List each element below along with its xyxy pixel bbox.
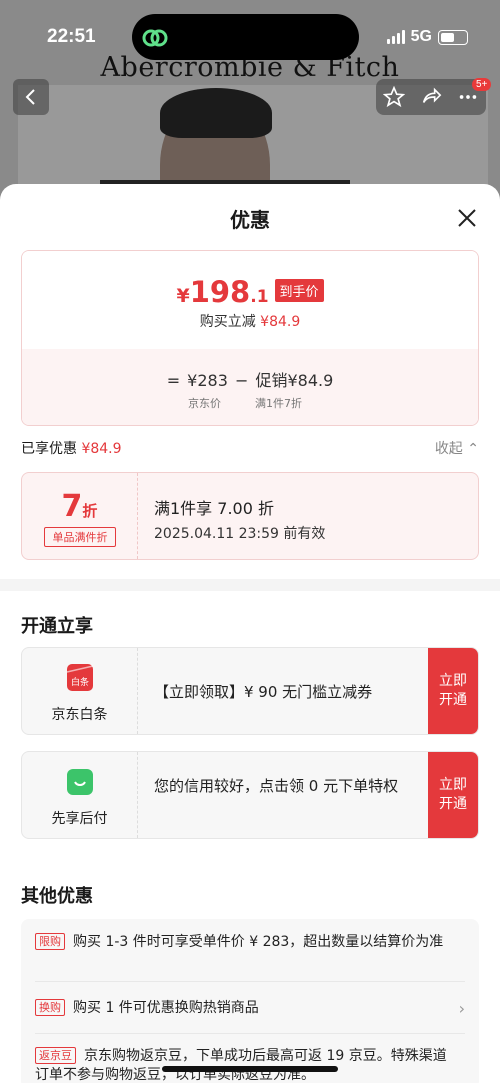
pay-later-offer: 您的信用较好，点击领 0 元下单特权	[154, 777, 399, 795]
baitiao-icon-text: 白条	[71, 676, 89, 688]
coupon-value: 7折 单品满件折	[22, 473, 138, 559]
coupon-card[interactable]: 7折 单品满件折 满1件享 7.00 折 2025.04.11 23:59 前有…	[21, 472, 479, 560]
bag-icon	[67, 769, 93, 795]
list-item[interactable]: 换购 购买 1 件可优惠换购热销商品	[35, 999, 435, 1018]
baitiao-offer: 【立即领取】¥ 90 无门槛立减券	[154, 683, 373, 701]
list-item: 限购 购买 1-3 件时可享受单件价 ¥ 283，超出数量以结算价为准	[35, 933, 455, 952]
baitiao-card: 白条 京东白条 【立即领取】¥ 90 无门槛立减券 立即开通	[21, 647, 479, 735]
price-breakdown-card: ¥198.1 到手价 购买立减 ¥84.9 = ¥283 − 促销¥84.9 京东…	[21, 250, 479, 426]
coupon-expiry: 2025.04.11 23:59 前有效	[154, 526, 326, 542]
chevron-right-icon[interactable]: ›	[459, 999, 465, 1018]
baitiao-open-button[interactable]: 立即开通	[428, 648, 478, 734]
other-offers-list: 限购 购买 1-3 件时可享受单件价 ¥ 283，超出数量以结算价为准 换购 购买 …	[21, 919, 479, 1083]
signal-icon	[386, 30, 405, 44]
instant-discount-label: 购买立减	[199, 314, 256, 330]
enjoyed-discount-row: 已享优惠 ¥84.9 收起 ⌃	[21, 438, 479, 462]
coupon-description: 满1件享 7.00 折	[154, 499, 274, 518]
jd-price-label: 京东价	[188, 397, 221, 410]
network-label: 5G	[410, 28, 432, 45]
collapse-toggle[interactable]: 收起 ⌃	[435, 438, 479, 458]
back-button[interactable]	[13, 79, 49, 115]
battery-icon	[438, 29, 468, 45]
limit-tag: 限购	[35, 933, 65, 950]
notification-badge: 5+	[472, 78, 492, 91]
coupon-rate: 7折	[22, 489, 137, 524]
section-divider	[0, 579, 500, 591]
star-icon[interactable]	[383, 86, 406, 108]
exchange-text: 购买 1 件可优惠换购热销商品	[73, 1000, 259, 1016]
pay-later-name: 先享后付	[51, 811, 108, 827]
currency-symbol: ¥	[176, 285, 190, 307]
price-formula: = ¥283 − 促销¥84.9	[166, 371, 334, 390]
status-time: 22:51	[47, 26, 96, 47]
list-item: 返京豆 京东购物返京豆，下单成功后最高可返 19 京豆。特殊渠道订单不参与购物返豆…	[35, 1047, 455, 1083]
price-decimal: .1	[250, 287, 269, 307]
baitiao-icon: 白条	[66, 664, 94, 691]
coupon-tag: 单品满件折	[44, 527, 116, 547]
divider	[35, 1033, 465, 1034]
pay-later-open-button[interactable]: 立即开通	[428, 752, 478, 838]
home-indicator[interactable]	[162, 1066, 338, 1072]
chevron-left-icon	[25, 89, 35, 105]
exchange-tag: 换购	[35, 999, 65, 1016]
model-hair	[160, 88, 272, 138]
limit-text: 购买 1-3 件时可享受单件价 ¥ 283，超出数量以结算价为准	[73, 934, 444, 950]
baitiao-name: 京东白条	[51, 707, 108, 723]
price-calc: = ¥283 − 促销¥84.9 京东价 满1件7折	[22, 349, 478, 425]
sheet-title: 优惠	[230, 208, 270, 232]
final-price: ¥198.1 到手价	[22, 275, 478, 309]
coupon-unit: 折	[82, 502, 98, 520]
price-integer: 198	[189, 275, 251, 309]
link-icon	[142, 29, 168, 47]
coupon-number: 7	[61, 489, 83, 524]
share-icon[interactable]	[420, 86, 442, 108]
enjoyed-label: 已享优惠	[21, 441, 77, 457]
divider	[35, 981, 465, 982]
chevron-up-icon: ⌃	[467, 441, 479, 457]
other-section-title: 其他优惠	[21, 886, 93, 907]
instant-discount-amount: ¥84.9	[260, 314, 301, 330]
discount-sheet: 优惠 ¥198.1 到手价 购买立减 ¥84.9 = ¥283 − 促销¥84.9…	[0, 184, 500, 1083]
nav-toolbar	[376, 79, 486, 115]
status-indicators: 5G	[386, 28, 468, 46]
close-icon[interactable]	[455, 206, 479, 230]
enjoyed-amount: ¥84.9	[81, 441, 122, 457]
collapse-label: 收起	[434, 441, 463, 457]
promo-label: 满1件7折	[255, 397, 302, 410]
pay-later-card: 先享后付 您的信用较好，点击领 0 元下单特权 立即开通	[21, 751, 479, 839]
final-price-tag: 到手价	[274, 279, 324, 302]
instant-discount: 购买立减 ¥84.9	[22, 311, 478, 331]
bean-tag: 返京豆	[35, 1047, 76, 1064]
open-section-title: 开通立享	[21, 616, 93, 637]
